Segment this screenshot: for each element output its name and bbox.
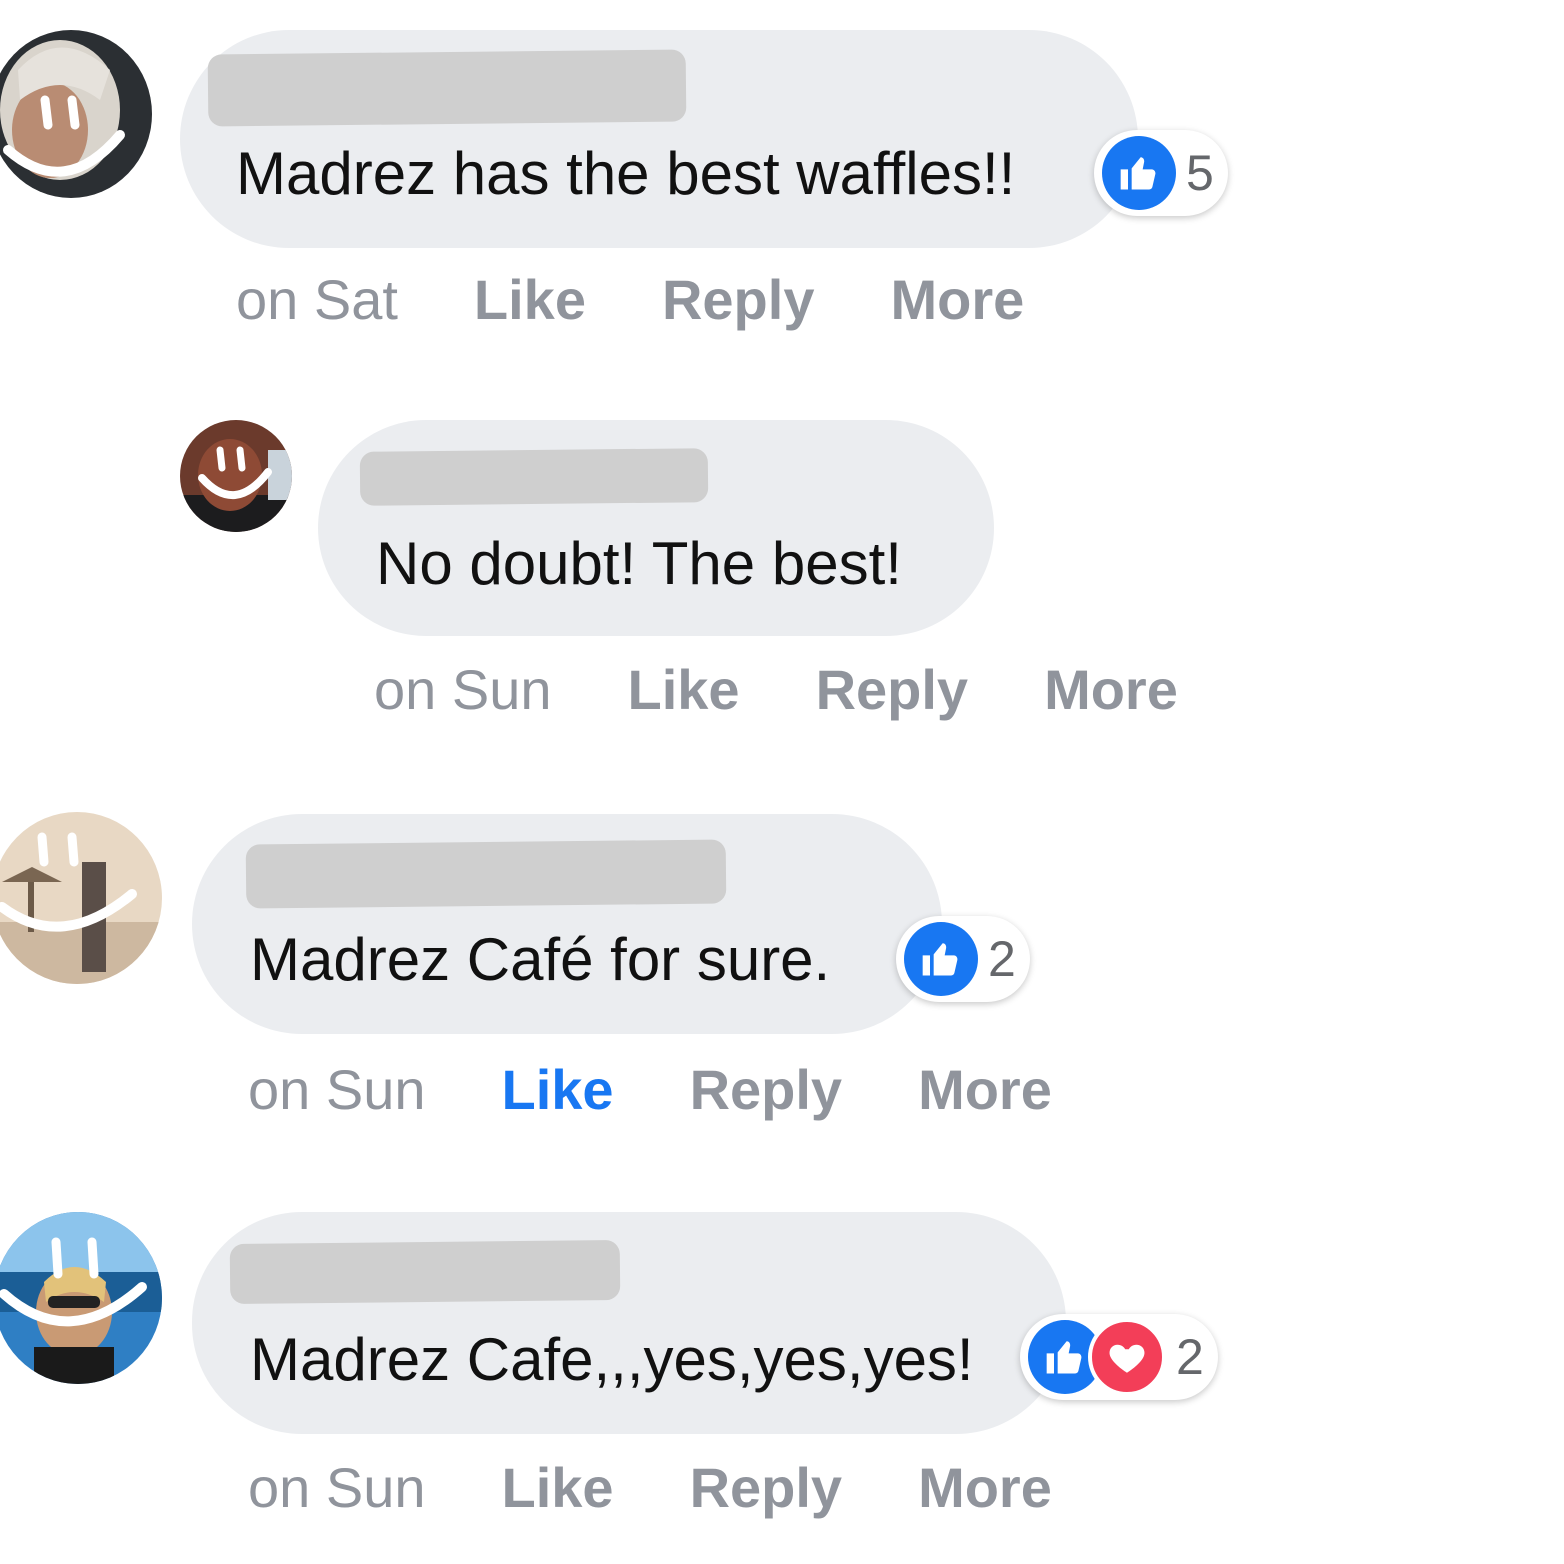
redacted-commenter-name (359, 448, 709, 506)
comment-text: Madrez has the best waffles!! (236, 140, 1016, 207)
avatar-image (0, 1212, 162, 1384)
like-button[interactable]: Like (628, 662, 740, 718)
redacted-commenter-name (245, 839, 727, 909)
like-button[interactable]: Like (502, 1062, 614, 1118)
reaction-summary[interactable]: 5 (1094, 130, 1228, 216)
redacted-commenter-name (207, 49, 687, 127)
more-button[interactable]: More (918, 1062, 1052, 1118)
like-button[interactable]: Like (474, 272, 586, 328)
avatar[interactable] (0, 1212, 162, 1384)
reaction-count: 2 (1176, 1329, 1204, 1385)
reply-button[interactable]: Reply (690, 1460, 843, 1516)
reaction-summary[interactable]: 2 (896, 916, 1030, 1002)
comment-actions: on Sun Like Reply More (374, 662, 1178, 718)
avatar-image (180, 420, 292, 532)
more-button[interactable]: More (1044, 662, 1178, 718)
thumbs-up-icon (1102, 136, 1176, 210)
avatar[interactable] (0, 812, 162, 984)
thumbs-up-icon (904, 922, 978, 996)
comment-text: No doubt! The best! (376, 530, 902, 597)
avatar-image (0, 30, 152, 198)
avatar-image (0, 812, 162, 984)
comment-timestamp[interactable]: on Sun (248, 1062, 426, 1118)
comment-text: Madrez Café for sure. (250, 926, 831, 993)
more-button[interactable]: More (918, 1460, 1052, 1516)
reply-button[interactable]: Reply (816, 662, 969, 718)
reaction-count: 2 (988, 931, 1016, 987)
comment-text: Madrez Cafe,,,yes,yes,yes! (250, 1326, 974, 1393)
avatar[interactable] (180, 420, 292, 532)
comment-actions: on Sun Like Reply More (248, 1062, 1052, 1118)
comment-actions: on Sun Like Reply More (248, 1460, 1052, 1516)
comment-timestamp[interactable]: on Sun (374, 662, 552, 718)
reaction-summary[interactable]: 2 (1020, 1314, 1218, 1400)
heart-icon (1088, 1318, 1166, 1396)
comment-actions: on Sat Like Reply More (236, 272, 1024, 328)
comment-timestamp[interactable]: on Sun (248, 1460, 426, 1516)
reply-button[interactable]: Reply (662, 272, 815, 328)
comment-timestamp[interactable]: on Sat (236, 272, 398, 328)
reply-button[interactable]: Reply (690, 1062, 843, 1118)
more-button[interactable]: More (890, 272, 1024, 328)
avatar[interactable] (0, 30, 152, 198)
redacted-commenter-name (229, 1239, 621, 1305)
reaction-count: 5 (1186, 145, 1214, 201)
like-button[interactable]: Like (502, 1460, 614, 1516)
